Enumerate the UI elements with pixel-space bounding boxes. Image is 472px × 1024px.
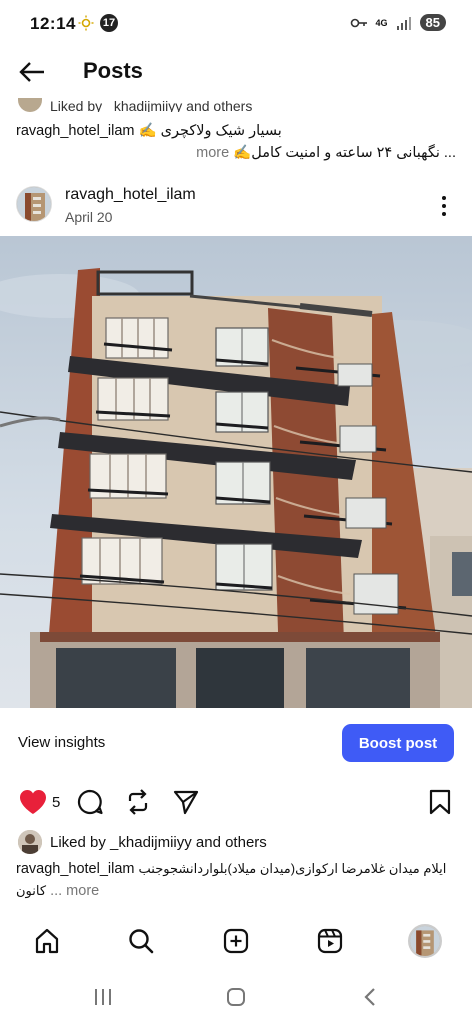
home-icon <box>35 928 59 954</box>
status-left-icons: 17 <box>78 14 118 32</box>
liker-avatar <box>18 830 42 854</box>
post-username[interactable]: ravagh_hotel_ilam <box>65 186 196 204</box>
prev-caption-line1: ✍️ بسیار شیک ولاکچری <box>138 123 282 139</box>
action-row: 5 <box>0 786 472 818</box>
network-type: 4G <box>375 17 388 28</box>
liker-avatar <box>18 98 42 112</box>
send-icon[interactable] <box>172 788 200 816</box>
prev-caption-line2: ✍️نگهبانی ۲۴ ساعته و امنیت کامل ... <box>233 145 456 161</box>
view-insights-link[interactable]: View insights <box>18 734 105 751</box>
bottom-nav <box>0 920 472 964</box>
page-title: Posts <box>83 58 143 83</box>
app-header: Posts <box>0 52 472 94</box>
home-button-icon[interactable] <box>225 986 247 1008</box>
system-nav-bar <box>0 978 472 1018</box>
kebab-menu-icon[interactable] <box>434 194 454 218</box>
signal-icon <box>396 16 411 30</box>
heart-icon[interactable] <box>18 788 48 816</box>
building-photo <box>0 236 472 708</box>
comment-icon[interactable] <box>76 788 104 816</box>
prev-caption-username[interactable]: ravagh_hotel_ilam <box>16 123 135 139</box>
battery-level: 85 <box>419 14 446 31</box>
reels-icon <box>317 928 343 954</box>
post-date: April 20 <box>65 209 113 225</box>
caption-more-link[interactable]: ... more <box>50 883 99 899</box>
post-image[interactable] <box>0 236 472 708</box>
arrow-left-icon[interactable] <box>18 60 46 84</box>
insights-bar: View insights Boost post <box>0 718 472 770</box>
nav-search[interactable] <box>126 926 156 956</box>
status-right-icons: 4G 85 <box>350 14 446 31</box>
status-time: 12:14 <box>30 14 76 33</box>
post-caption: ravagh_hotel_ilam ایلام میدان غلامرضا ار… <box>16 858 460 902</box>
nav-create[interactable] <box>221 926 251 956</box>
nav-home[interactable] <box>32 926 62 956</box>
nav-profile-avatar[interactable] <box>408 924 442 958</box>
recent-apps-icon[interactable] <box>92 986 114 1008</box>
prev-more-link[interactable]: more <box>196 145 229 161</box>
caption-username[interactable]: ravagh_hotel_ilam <box>16 861 135 877</box>
repost-icon[interactable] <box>124 788 152 816</box>
status-bar: 12:14 17 4G 85 <box>0 0 472 48</box>
back-button-icon[interactable] <box>360 986 382 1008</box>
liked-by-text: Liked by _khadijmiiyy and others <box>50 833 267 851</box>
brightness-icon <box>78 15 94 31</box>
prev-liked-by: Liked by _khadijmiiyy and others <box>18 96 252 112</box>
post-header: ravagh_hotel_ilam April 20 <box>0 182 472 234</box>
liked-by-row[interactable]: Liked by _khadijmiiyy and others <box>18 830 267 854</box>
nav-reels[interactable] <box>315 926 345 956</box>
search-icon <box>129 929 154 954</box>
prev-caption: ravagh_hotel_ilam ✍️ بسیار شیک ولاکچری m… <box>16 120 456 164</box>
notification-badge: 17 <box>100 14 118 32</box>
boost-post-button[interactable]: Boost post <box>342 724 454 762</box>
avatar[interactable] <box>16 186 52 222</box>
bookmark-icon[interactable] <box>428 788 452 816</box>
like-count[interactable]: 5 <box>52 794 60 811</box>
key-icon <box>350 18 367 27</box>
plus-square-icon <box>223 928 249 954</box>
